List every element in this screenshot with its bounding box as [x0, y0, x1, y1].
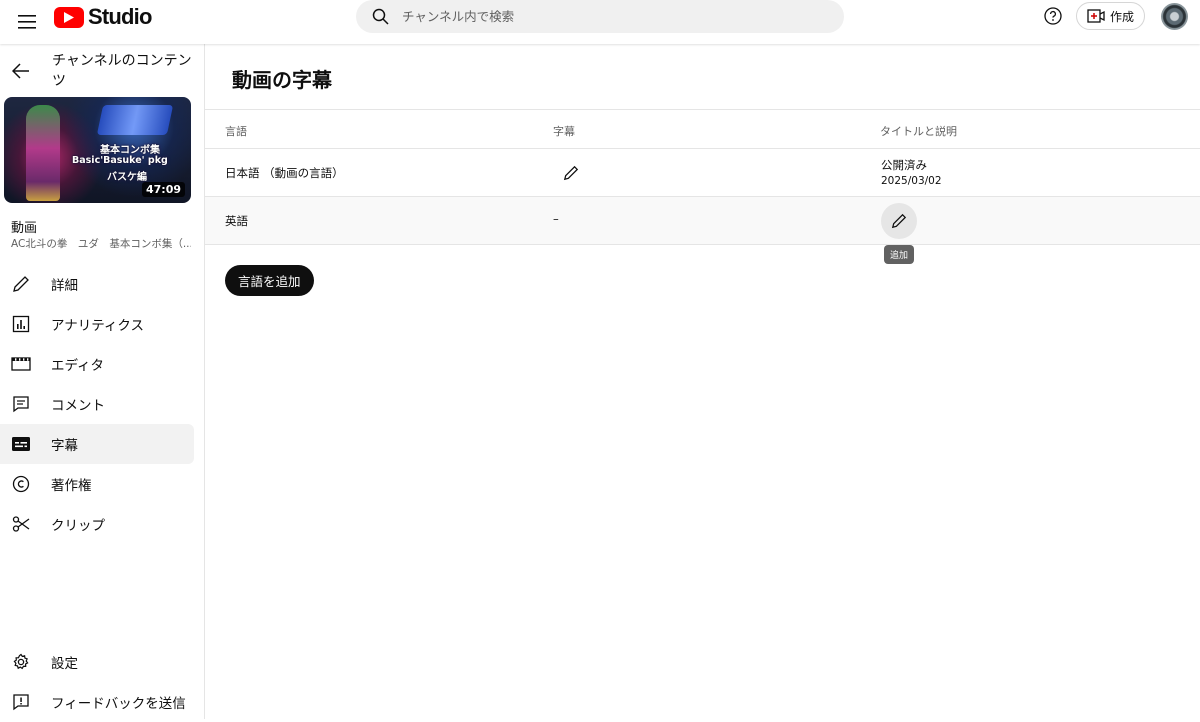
sidebar-item-label: 字幕 — [51, 438, 78, 454]
edit-subtitles-button[interactable] — [559, 161, 583, 185]
thumbnail-logo-art — [96, 105, 174, 135]
video-plus-icon — [1087, 9, 1105, 23]
add-title-description-button[interactable] — [881, 203, 917, 239]
thumbnail-character — [26, 105, 60, 201]
studio-logo[interactable]: Studio — [54, 4, 152, 29]
sidebar-item-label: 詳細 — [51, 278, 78, 294]
video-label: 動画 — [11, 221, 38, 236]
arrow-left-icon — [12, 63, 29, 79]
film-icon — [11, 354, 31, 374]
sidebar-item-analytics[interactable]: アナリティクス — [0, 304, 194, 344]
sidebar-item-details[interactable]: 詳細 — [0, 264, 194, 304]
gear-icon — [11, 652, 31, 672]
sidebar-item-clips[interactable]: クリップ — [0, 504, 194, 544]
subtitle-table: 言語 字幕 タイトルと説明 日本語 （動画の言語） 公開済み 2025/03/0… — [205, 109, 1200, 245]
sidebar-item-copyright[interactable]: 著作権 — [0, 464, 194, 504]
video-duration: 47:09 — [141, 182, 185, 197]
back-button[interactable] — [10, 60, 32, 82]
sidebar-item-label: アナリティクス — [51, 318, 145, 334]
create-label: 作成 — [1109, 9, 1134, 24]
status-text: 公開済み — [881, 158, 927, 172]
sidebar-item-label: コメント — [51, 398, 105, 414]
copyright-icon — [11, 474, 31, 494]
analytics-icon — [11, 314, 31, 334]
search-bar[interactable] — [356, 0, 844, 33]
search-input[interactable] — [400, 8, 804, 25]
pencil-icon — [891, 213, 907, 229]
sidebar-item-label: 設定 — [51, 656, 78, 672]
account-avatar[interactable] — [1161, 3, 1188, 30]
pencil-icon — [563, 165, 579, 181]
feedback-icon — [11, 692, 31, 712]
create-button[interactable]: 作成 — [1076, 2, 1145, 30]
youtube-logo-icon — [54, 6, 84, 28]
sidebar-item-label: フィードバックを送信 — [51, 696, 186, 712]
add-tooltip: 追加 — [884, 245, 915, 264]
menu-button[interactable] — [12, 7, 42, 37]
subtitles-icon — [11, 434, 31, 454]
hamburger-icon — [18, 15, 36, 29]
scissors-icon — [11, 514, 31, 534]
help-button[interactable] — [1042, 5, 1064, 27]
subtitle-cell: – — [553, 212, 559, 226]
page-title: 動画の字幕 — [232, 68, 332, 92]
column-header-language: 言語 — [225, 125, 247, 138]
comment-icon — [11, 394, 31, 414]
language-cell: 英語 — [225, 214, 248, 228]
sidebar-item-comments[interactable]: コメント — [0, 384, 194, 424]
main-content: 動画の字幕 言語 字幕 タイトルと説明 日本語 （動画の言語） 公開済み 202… — [205, 44, 1200, 719]
sidebar-item-label: 著作権 — [51, 478, 92, 494]
table-header: 言語 字幕 タイトルと説明 — [205, 109, 1200, 149]
column-header-subtitles: 字幕 — [553, 125, 575, 138]
help-icon — [1044, 7, 1062, 25]
thumbnail-text-1: 基本コンボ集 — [100, 145, 160, 156]
thumbnail-text-2: Basic'Basuke' pkg — [72, 155, 168, 166]
sidebar-item-subtitles[interactable]: 字幕 — [0, 424, 194, 464]
sidebar-item-label: エディタ — [51, 358, 105, 374]
sidebar-item-feedback[interactable]: フィードバックを送信 — [0, 682, 194, 722]
logo-text: Studio — [88, 4, 152, 29]
language-cell: 日本語 （動画の言語） — [225, 166, 344, 180]
published-date: 2025/03/02 — [881, 175, 942, 187]
add-language-button[interactable]: 言語を追加 — [225, 265, 314, 296]
pencil-icon — [11, 274, 31, 294]
sidebar-bottom-nav: 設定 フィードバックを送信 — [0, 642, 204, 722]
video-thumbnail[interactable]: 基本コンボ集 Basic'Basuke' pkg バスケ編 47:09 — [4, 97, 191, 203]
sidebar-item-settings[interactable]: 設定 — [0, 642, 194, 682]
thumbnail-text-3: バスケ編 — [107, 172, 147, 183]
table-row: 英語 – — [205, 197, 1200, 245]
sidebar-item-editor[interactable]: エディタ — [0, 344, 194, 384]
table-row: 日本語 （動画の言語） 公開済み 2025/03/02 — [205, 149, 1200, 197]
video-title: AC北斗の拳 ユダ 基本コンボ集（... — [11, 238, 191, 250]
column-header-title-description: タイトルと説明 — [880, 125, 957, 138]
channel-content-label[interactable]: チャンネルのコンテンツ — [52, 51, 192, 91]
sidebar: チャンネルのコンテンツ 基本コンボ集 Basic'Basuke' pkg バスケ… — [0, 44, 205, 719]
search-icon — [370, 7, 390, 27]
top-bar: Studio 作成 — [0, 0, 1200, 44]
sidebar-nav: 詳細 アナリティクス エディタ コメント 字幕 著作権 クリップ — [0, 264, 204, 544]
sidebar-item-label: クリップ — [51, 518, 105, 534]
